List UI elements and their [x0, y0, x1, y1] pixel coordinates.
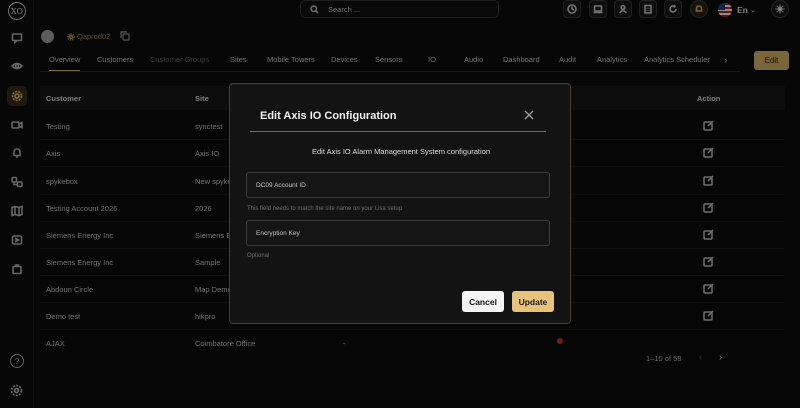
account-id-field[interactable] [246, 172, 550, 198]
update-button[interactable]: Update [512, 291, 554, 312]
cancel-button[interactable]: Cancel [462, 291, 504, 312]
account-id-input[interactable] [247, 173, 549, 197]
dialog-subtitle: Edit Axis IO Alarm Management System con… [312, 147, 490, 156]
account-id-hint: This field needs to match the site name … [247, 206, 403, 212]
dialog-title: Edit Axis IO Configuration [260, 110, 397, 122]
dialog-divider [250, 131, 546, 132]
edit-axis-io-dialog: Edit Axis IO Configuration Edit Axis IO … [229, 83, 571, 324]
encryption-key-hint: Optional [247, 253, 270, 259]
encryption-key-input[interactable] [247, 221, 549, 245]
close-icon[interactable] [524, 110, 534, 120]
encryption-key-field[interactable] [246, 220, 550, 246]
